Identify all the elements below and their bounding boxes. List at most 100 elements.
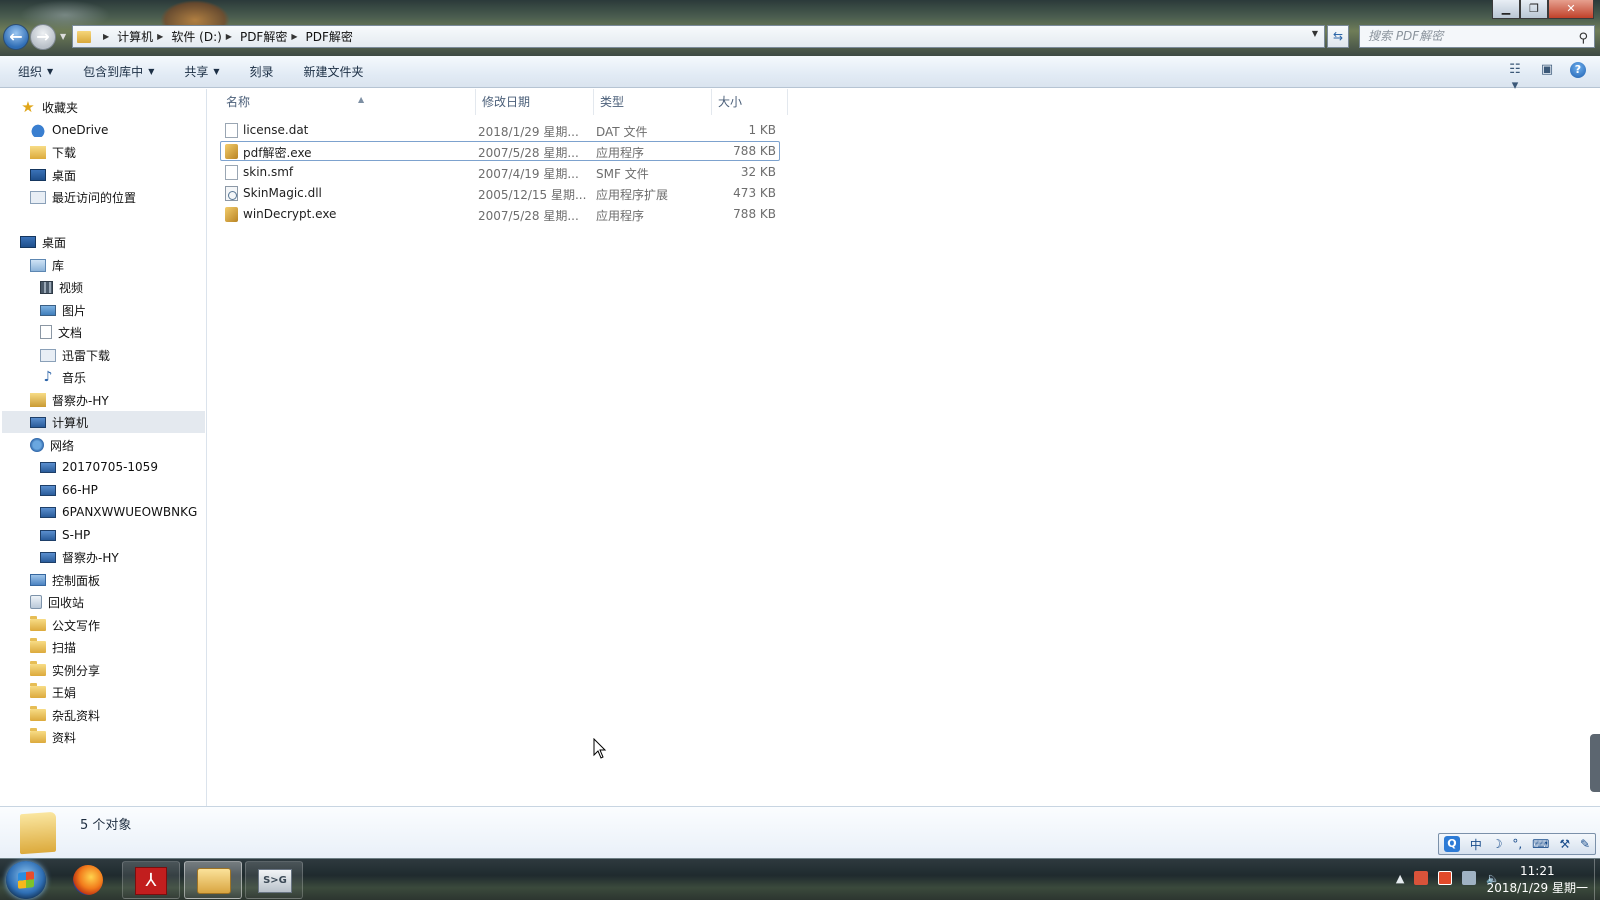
nav-network-host[interactable]: 6PANXWWUEOWBNKG — [40, 501, 197, 523]
tools-icon[interactable]: ⚒ — [1559, 837, 1570, 851]
moon-icon[interactable]: ☽ — [1492, 837, 1503, 851]
nav-videos[interactable]: 视频 — [40, 276, 83, 298]
nav-folder[interactable]: 杂乱资料 — [30, 704, 100, 726]
column-header-type[interactable]: 类型 — [594, 89, 712, 115]
taskbar-remote[interactable]: S>G — [245, 861, 303, 899]
firefox-icon[interactable] — [73, 865, 103, 895]
nav-control-panel[interactable]: 控制面板 — [30, 569, 100, 591]
network-computer-icon — [40, 461, 56, 473]
tray-app-icon[interactable] — [1438, 871, 1453, 885]
search-input[interactable]: 搜索 PDF解密 ⚲ — [1359, 25, 1595, 48]
chevron-right-icon[interactable]: ▶ — [226, 32, 232, 41]
nav-network-host[interactable]: 督察办-HY — [40, 546, 119, 568]
file-row[interactable]: pdf解密.exe 2007/5/28 星期... 应用程序 788 KB — [220, 141, 780, 161]
start-button[interactable] — [6, 861, 46, 899]
search-icon[interactable]: ⚲ — [1578, 28, 1588, 49]
nav-recent-places[interactable]: 最近访问的位置 — [30, 186, 136, 208]
nav-downloads[interactable]: 下载 — [30, 141, 76, 163]
nav-music[interactable]: ♪ 音乐 — [40, 366, 86, 388]
nav-xunlei-downloads[interactable]: 迅雷下载 — [40, 344, 110, 366]
network-computer-icon — [40, 551, 56, 563]
share-button[interactable]: 共享 ▼ — [184, 63, 219, 80]
column-header-date[interactable]: 修改日期 — [476, 89, 594, 115]
punctuation-icon[interactable]: °, — [1512, 837, 1522, 851]
chevron-right-icon[interactable]: ▶ — [291, 32, 297, 41]
show-desktop-button[interactable] — [1594, 859, 1600, 900]
ime-mode-toggle[interactable]: 中 — [1470, 836, 1482, 853]
nav-libraries[interactable]: 库 — [30, 254, 64, 276]
maximize-button[interactable]: ❐ — [1520, 0, 1548, 19]
file-row[interactable]: SkinMagic.dll 2005/12/15 星期... 应用程序扩展 47… — [220, 183, 780, 203]
nav-network-host[interactable]: 66-HP — [40, 479, 98, 501]
nav-favorites[interactable]: ★ 收藏夹 — [20, 96, 78, 118]
side-scroll-handle[interactable] — [1590, 734, 1600, 792]
ime-toolbar[interactable]: Q 中 ☽ °, ⌨ ⚒ ✎ — [1438, 833, 1596, 855]
view-options-icon[interactable]: ☷ ▾ — [1506, 62, 1524, 93]
nav-user-folder[interactable]: 督察办-HY — [30, 389, 109, 411]
nav-recycle-bin[interactable]: 回收站 — [30, 591, 84, 613]
keyboard-icon[interactable]: ⌨ — [1532, 837, 1549, 851]
libraries-icon — [30, 258, 46, 272]
nav-folder[interactable]: 扫描 — [30, 636, 76, 658]
nav-computer[interactable]: 计算机 — [2, 411, 205, 433]
new-folder-button[interactable]: 新建文件夹 — [304, 63, 364, 80]
refresh-button[interactable]: ⇆ — [1327, 25, 1349, 48]
include-in-library-button[interactable]: 包含到库中 ▼ — [83, 63, 154, 80]
file-type: DAT 文件 — [596, 125, 648, 139]
file-size: 788 KB — [733, 207, 776, 221]
column-header-name[interactable]: 名称 ▲ — [220, 89, 476, 115]
control-panel-icon — [30, 574, 46, 586]
chevron-right-icon[interactable]: ▶ — [103, 32, 109, 41]
taskbar-explorer[interactable] — [184, 861, 242, 899]
nav-label: 收藏夹 — [42, 100, 79, 115]
address-bar[interactable]: ▶ 计算机 ▶ 软件 (D:) ▶ PDF解密 ▶ PDF解密 ▼ — [72, 25, 1325, 48]
clock[interactable]: 11:21 2018/1/29 星期一 — [1487, 863, 1588, 897]
breadcrumb-pdf-decrypt[interactable]: PDF解密 — [240, 28, 287, 45]
close-button[interactable]: ✕ — [1548, 0, 1594, 19]
chevron-right-icon[interactable]: ▶ — [157, 32, 163, 41]
network-status-icon[interactable] — [1462, 871, 1477, 885]
nav-network[interactable]: 网络 — [30, 434, 74, 456]
nav-label: 20170705-1059 — [62, 460, 158, 474]
nav-folder[interactable]: 王娟 — [30, 681, 76, 703]
nav-folder[interactable]: 资料 — [30, 726, 76, 748]
breadcrumb-pdf-decrypt-current[interactable]: PDF解密 — [306, 28, 353, 45]
nav-onedrive[interactable]: OneDrive — [30, 119, 108, 141]
back-arrow-icon: ← — [9, 27, 23, 46]
burn-button[interactable]: 刻录 — [250, 63, 274, 80]
nav-pictures[interactable]: 图片 — [40, 299, 86, 321]
taskbar-acrobat[interactable]: ⅄ — [122, 861, 180, 899]
recent-pages-dropdown[interactable]: ▼ — [60, 32, 66, 41]
nav-desktop-favorite[interactable]: 桌面 — [30, 164, 76, 186]
back-button[interactable]: ← — [3, 24, 29, 50]
address-history-dropdown[interactable]: ▼ — [1312, 29, 1318, 38]
nav-network-host[interactable]: 20170705-1059 — [40, 456, 158, 478]
tray-app-icon[interactable] — [1414, 871, 1429, 885]
file-row[interactable]: license.dat 2018/1/29 星期... DAT 文件 1 KB — [220, 120, 780, 140]
nav-documents[interactable]: 文档 — [40, 321, 82, 343]
file-type: 应用程序 — [596, 146, 645, 160]
minimize-button[interactable]: ▁ — [1492, 0, 1520, 19]
file-row[interactable]: skin.smf 2007/4/19 星期... SMF 文件 32 KB — [220, 162, 780, 182]
file-row[interactable]: winDecrypt.exe 2007/5/28 星期... 应用程序 788 … — [220, 204, 780, 224]
nav-folder[interactable]: 公文写作 — [30, 614, 100, 636]
file-type: 应用程序 — [596, 209, 645, 223]
nav-desktop[interactable]: 桌面 — [20, 231, 66, 253]
forward-button[interactable]: → — [30, 24, 56, 50]
breadcrumb-computer[interactable]: 计算机 — [117, 28, 153, 45]
tray-expand-icon[interactable]: ▲ — [1396, 872, 1404, 885]
ime-logo-icon[interactable]: Q — [1443, 836, 1460, 852]
settings-wrench-icon[interactable]: ✎ — [1580, 837, 1590, 851]
nav-label: 公文写作 — [52, 618, 101, 633]
folder-icon — [30, 616, 46, 631]
preview-pane-icon[interactable]: ▣ — [1538, 62, 1556, 78]
column-header-size[interactable]: 大小 — [712, 89, 788, 115]
organize-menu-button[interactable]: 组织 ▼ — [18, 63, 53, 80]
help-icon[interactable]: ? — [1570, 62, 1586, 78]
nav-folder[interactable]: 实例分享 — [30, 659, 100, 681]
nav-network-host[interactable]: S-HP — [40, 524, 90, 546]
file-name: license.dat — [243, 123, 309, 137]
chevron-down-icon: ▼ — [148, 67, 155, 76]
forward-arrow-icon: → — [36, 27, 50, 46]
breadcrumb-drive-d[interactable]: 软件 (D:) — [171, 28, 221, 45]
